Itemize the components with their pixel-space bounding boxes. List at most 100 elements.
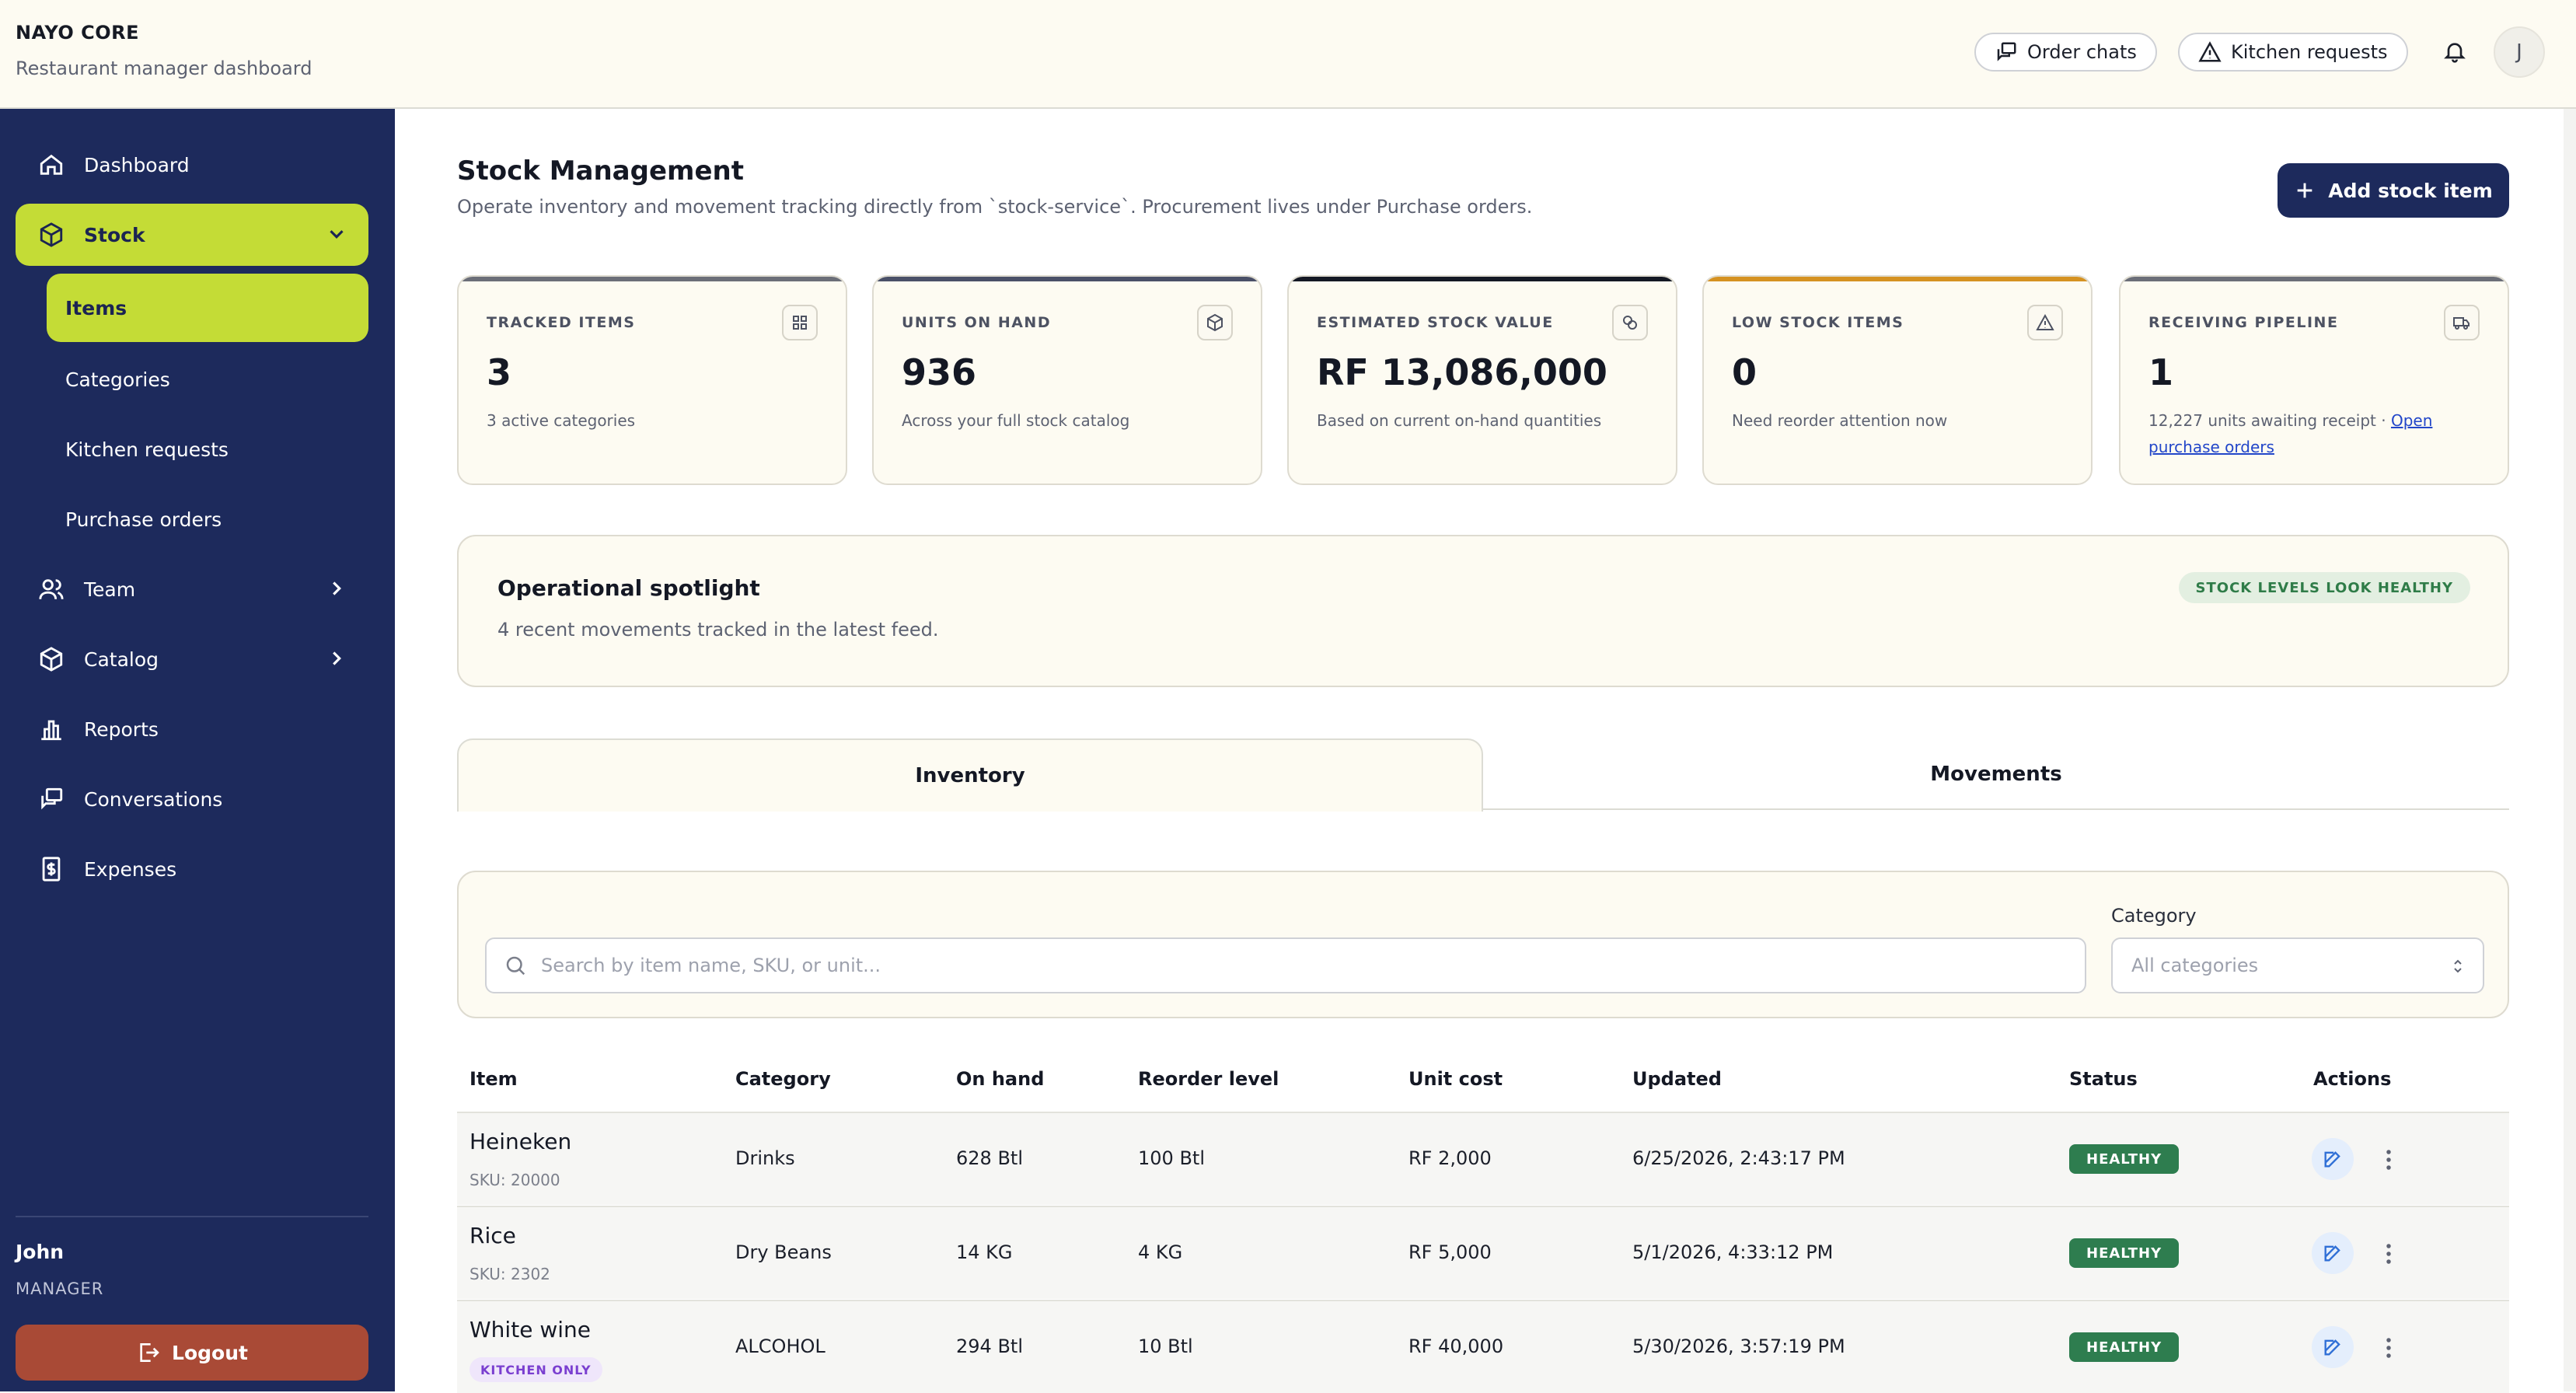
truck-icon [2444, 305, 2480, 340]
stat-accent-bar [1704, 277, 2091, 281]
sidebar-item-stock[interactable]: Stock [16, 204, 368, 266]
stat-card-tracked-items: TRACKED ITEMS 3 3 active categories [457, 275, 847, 485]
table-row[interactable]: Rice SKU: 2302 Dry Beans 14 KG 4 KG RF 5… [457, 1206, 2509, 1299]
notifications-button[interactable] [2439, 36, 2470, 67]
scrollbar[interactable] [2564, 109, 2576, 1391]
stat-description: Across your full stock catalog [902, 411, 1130, 430]
item-reorder-level: 4 KG [1138, 1241, 1183, 1263]
sidebar-item-conversations[interactable]: Conversations [16, 768, 368, 830]
sidebar-item-catalog[interactable]: Catalog [16, 628, 368, 690]
search-box[interactable] [485, 937, 2086, 993]
search-icon [506, 956, 525, 976]
sidebar-item-dashboard[interactable]: Dashboard [16, 134, 368, 196]
sidebar-item-reports[interactable]: Reports [16, 698, 368, 760]
stat-description-text: 12,227 units awaiting receipt · [2148, 411, 2391, 430]
stat-label: UNITS ON HAND [902, 314, 1052, 331]
user-role: MANAGER [16, 1280, 104, 1298]
table-row[interactable]: Heineken SKU: 20000 Drinks 628 Btl 100 B… [457, 1112, 2509, 1205]
item-reorder-level: 100 Btl [1138, 1147, 1205, 1169]
add-stock-item-button[interactable]: Add stock item [2278, 163, 2509, 218]
order-chats-button[interactable]: Order chats [1974, 33, 2157, 72]
status-badge: HEALTHY [2069, 1332, 2180, 1362]
sidebar-item-expenses[interactable]: Expenses [16, 838, 368, 900]
item-sku: SKU: 2302 [469, 1265, 550, 1283]
sidebar-subitem-purchase-orders[interactable]: Purchase orders [47, 485, 368, 553]
table-row[interactable]: White wine KITCHEN ONLY ALCOHOL 294 Btl … [457, 1300, 2509, 1393]
stat-description: 3 active categories [487, 411, 636, 430]
more-options-button[interactable] [2377, 1144, 2400, 1175]
logout-button[interactable]: Logout [16, 1325, 368, 1381]
item-unit-cost: RF 2,000 [1408, 1147, 1492, 1169]
brand-subtitle: Restaurant manager dashboard [16, 58, 312, 79]
stat-accent-bar [874, 277, 1261, 281]
sidebar-divider [16, 1216, 368, 1217]
item-reorder-level: 10 Btl [1138, 1335, 1193, 1357]
item-on-hand: 628 Btl [956, 1147, 1023, 1169]
stat-value: 1 [2148, 351, 2174, 393]
item-updated: 5/1/2026, 4:33:12 PM [1632, 1241, 1834, 1263]
item-name: Rice [469, 1223, 516, 1248]
kitchen-only-badge: KITCHEN ONLY [469, 1357, 602, 1382]
more-options-button[interactable] [2377, 1332, 2400, 1363]
stat-accent-bar [1289, 277, 1676, 281]
sidebar-subitem-categories[interactable]: Categories [47, 345, 368, 414]
stat-value: 0 [1732, 351, 1757, 393]
column-header-status: Status [2069, 1068, 2138, 1090]
stat-description: Need reorder attention now [1732, 411, 1948, 430]
category-select[interactable]: All categories [2111, 937, 2484, 993]
avatar[interactable]: J [2494, 26, 2545, 78]
chat-icon [1997, 42, 2016, 61]
chevron-right-icon [333, 581, 341, 595]
tab-inventory[interactable]: Inventory [457, 738, 1483, 812]
stat-label: RECEIVING PIPELINE [2148, 314, 2339, 331]
more-vertical-icon [2386, 1150, 2391, 1170]
sidebar-item-label: Expenses [84, 857, 177, 881]
edit-button[interactable] [2312, 1232, 2354, 1274]
chat-icon [34, 786, 68, 812]
category-select-value: All categories [2131, 955, 2259, 976]
stat-label: TRACKED ITEMS [487, 314, 636, 331]
column-header-category: Category [735, 1068, 831, 1090]
operational-spotlight: Operational spotlight 4 recent movements… [457, 535, 2509, 687]
more-vertical-icon [2386, 1338, 2391, 1358]
sidebar-subitem-items[interactable]: Items [47, 274, 368, 342]
kitchen-requests-label: Kitchen requests [2231, 41, 2388, 63]
sidebar-item-label: Dashboard [84, 153, 190, 176]
sidebar-item-label: Team [84, 578, 136, 601]
sidebar-item-label: Reports [84, 717, 159, 741]
sidebar-subitem-kitchen-requests[interactable]: Kitchen requests [47, 415, 368, 484]
more-options-button[interactable] [2377, 1238, 2400, 1269]
user-name: John [16, 1241, 65, 1263]
item-unit-cost: RF 40,000 [1408, 1335, 1504, 1357]
stat-label: LOW STOCK ITEMS [1732, 314, 1904, 331]
tab-movements[interactable]: Movements [1483, 738, 2509, 810]
plus-icon [2297, 183, 2312, 198]
tab-bar: Inventory Movements [457, 738, 2509, 812]
item-on-hand: 14 KG [956, 1241, 1013, 1263]
logout-icon [140, 1343, 159, 1362]
bar-chart-icon [34, 716, 68, 742]
stat-card-units-on-hand: UNITS ON HAND 936 Across your full stock… [872, 275, 1262, 485]
edit-button[interactable] [2312, 1138, 2354, 1180]
home-icon [34, 152, 68, 178]
sidebar-item-team[interactable]: Team [16, 558, 368, 620]
edit-icon [2324, 1339, 2340, 1356]
receipt-icon [34, 856, 68, 882]
edit-icon [2324, 1245, 2340, 1262]
stat-accent-bar [459, 277, 846, 281]
category-label: Category [2111, 905, 2197, 927]
coins-icon [1612, 305, 1648, 340]
stat-value: RF 13,086,000 [1317, 351, 1607, 393]
stat-description: 12,227 units awaiting receipt · Open pur… [2148, 407, 2483, 460]
edit-button[interactable] [2312, 1326, 2354, 1368]
box-icon [34, 222, 68, 248]
column-header-reorder-level: Reorder level [1138, 1068, 1279, 1090]
search-input[interactable] [541, 955, 2018, 976]
alert-icon [2027, 305, 2063, 340]
stat-accent-bar [2120, 277, 2508, 281]
kitchen-requests-button[interactable]: Kitchen requests [2178, 33, 2408, 72]
sidebar: Dashboard Stock Items Categories Kitchen… [0, 109, 395, 1391]
alert-icon [2198, 41, 2222, 62]
column-header-on-hand: On hand [956, 1068, 1045, 1090]
package-icon [34, 646, 68, 672]
